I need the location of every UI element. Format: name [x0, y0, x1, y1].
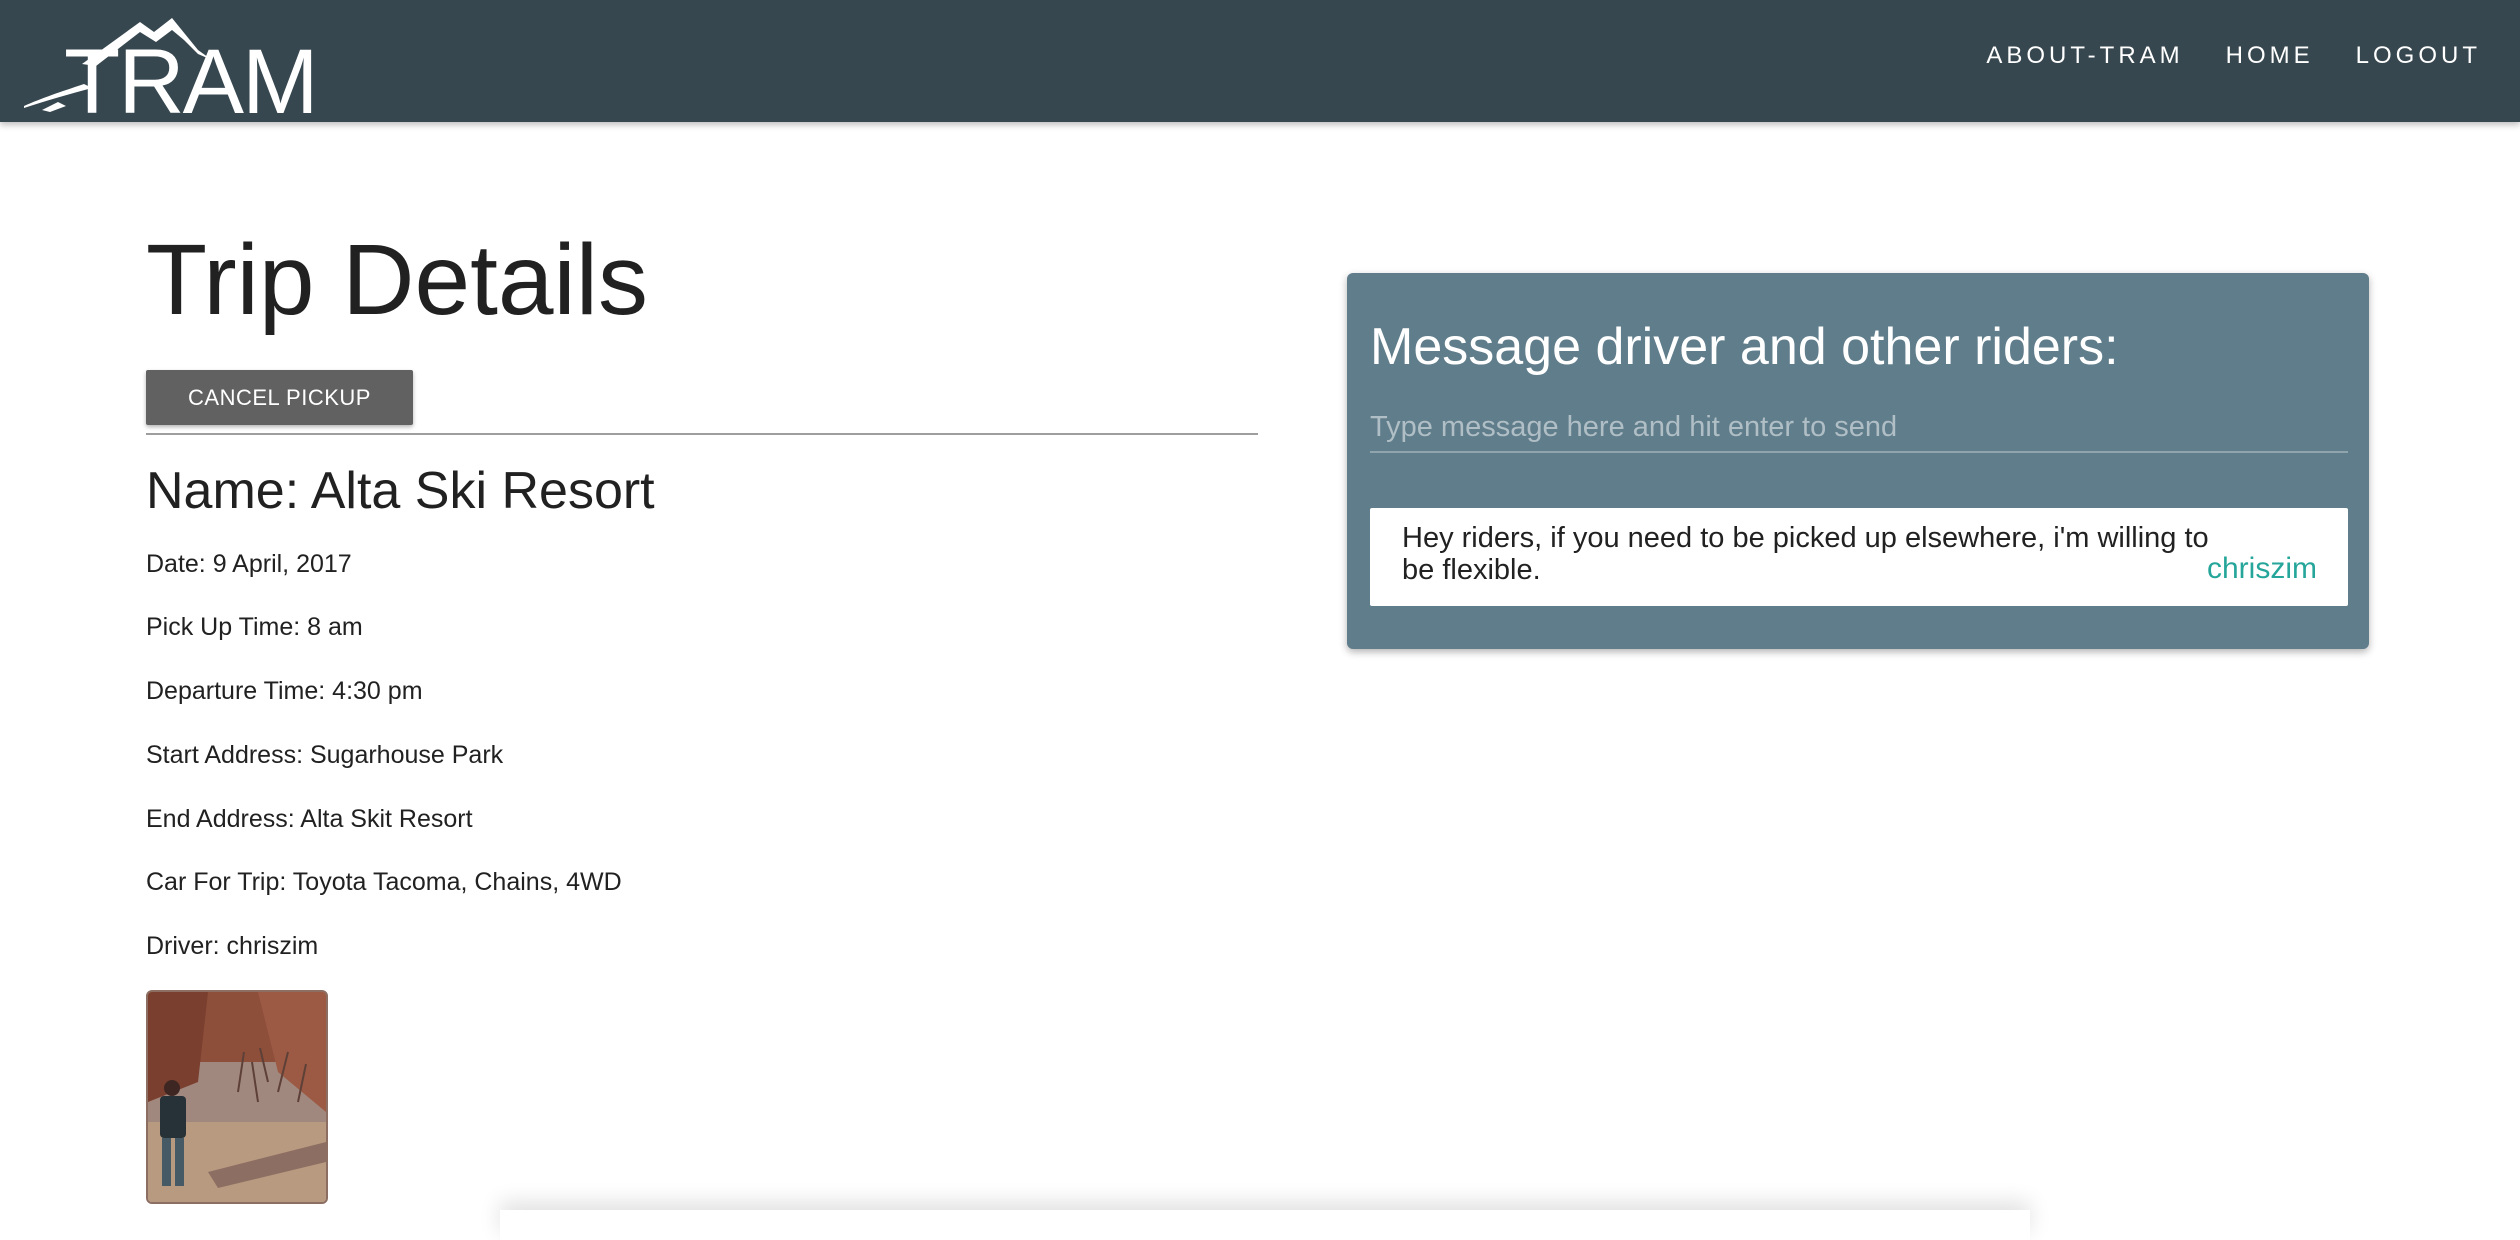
- bottom-panel-edge: [500, 1210, 2030, 1240]
- message-item: Hey riders, if you need to be picked up …: [1370, 508, 2348, 606]
- nav-home[interactable]: HOME: [2205, 40, 2335, 72]
- message-input[interactable]: [1370, 403, 2348, 453]
- nav-logout[interactable]: LOGOUT: [2335, 40, 2502, 72]
- trip-start-address: Start Address: Sugarhouse Park: [146, 741, 504, 769]
- trip-date: Date: 9 April, 2017: [146, 550, 352, 578]
- top-navbar: TRAM ABOUT-TRAM HOME LOGOUT: [0, 0, 2520, 128]
- nav-links: ABOUT-TRAM HOME LOGOUT: [1965, 40, 2502, 72]
- section-divider: [146, 433, 1258, 435]
- tram-logo[interactable]: TRAM: [22, 10, 342, 128]
- trip-name: Name: Alta Ski Resort: [146, 462, 655, 520]
- trip-departure-time: Departure Time: 4:30 pm: [146, 677, 423, 705]
- message-title: Message driver and other riders:: [1370, 318, 2119, 376]
- trip-pickup-time: Pick Up Time: 8 am: [146, 613, 363, 641]
- driver-photo: [146, 990, 328, 1204]
- message-card: Message driver and other riders: Hey rid…: [1347, 273, 2369, 649]
- cancel-pickup-button[interactable]: CANCEL PICKUP: [146, 370, 413, 425]
- trip-end-address: End Address: Alta Skit Resort: [146, 805, 473, 833]
- message-text: Hey riders, if you need to be picked up …: [1402, 522, 2209, 586]
- page-title: Trip Details: [146, 224, 648, 336]
- trip-details-section: Trip Details CANCEL PICKUP Name: Alta Sk…: [146, 220, 1258, 1204]
- message-author: chriszim: [2207, 552, 2317, 585]
- driver-photo-image: [148, 992, 326, 1202]
- nav-about-tram[interactable]: ABOUT-TRAM: [1965, 40, 2204, 72]
- brand-name: TRAM: [64, 31, 319, 133]
- trip-car: Car For Trip: Toyota Tacoma, Chains, 4WD: [146, 868, 622, 896]
- trip-driver: Driver: chriszim: [146, 932, 319, 960]
